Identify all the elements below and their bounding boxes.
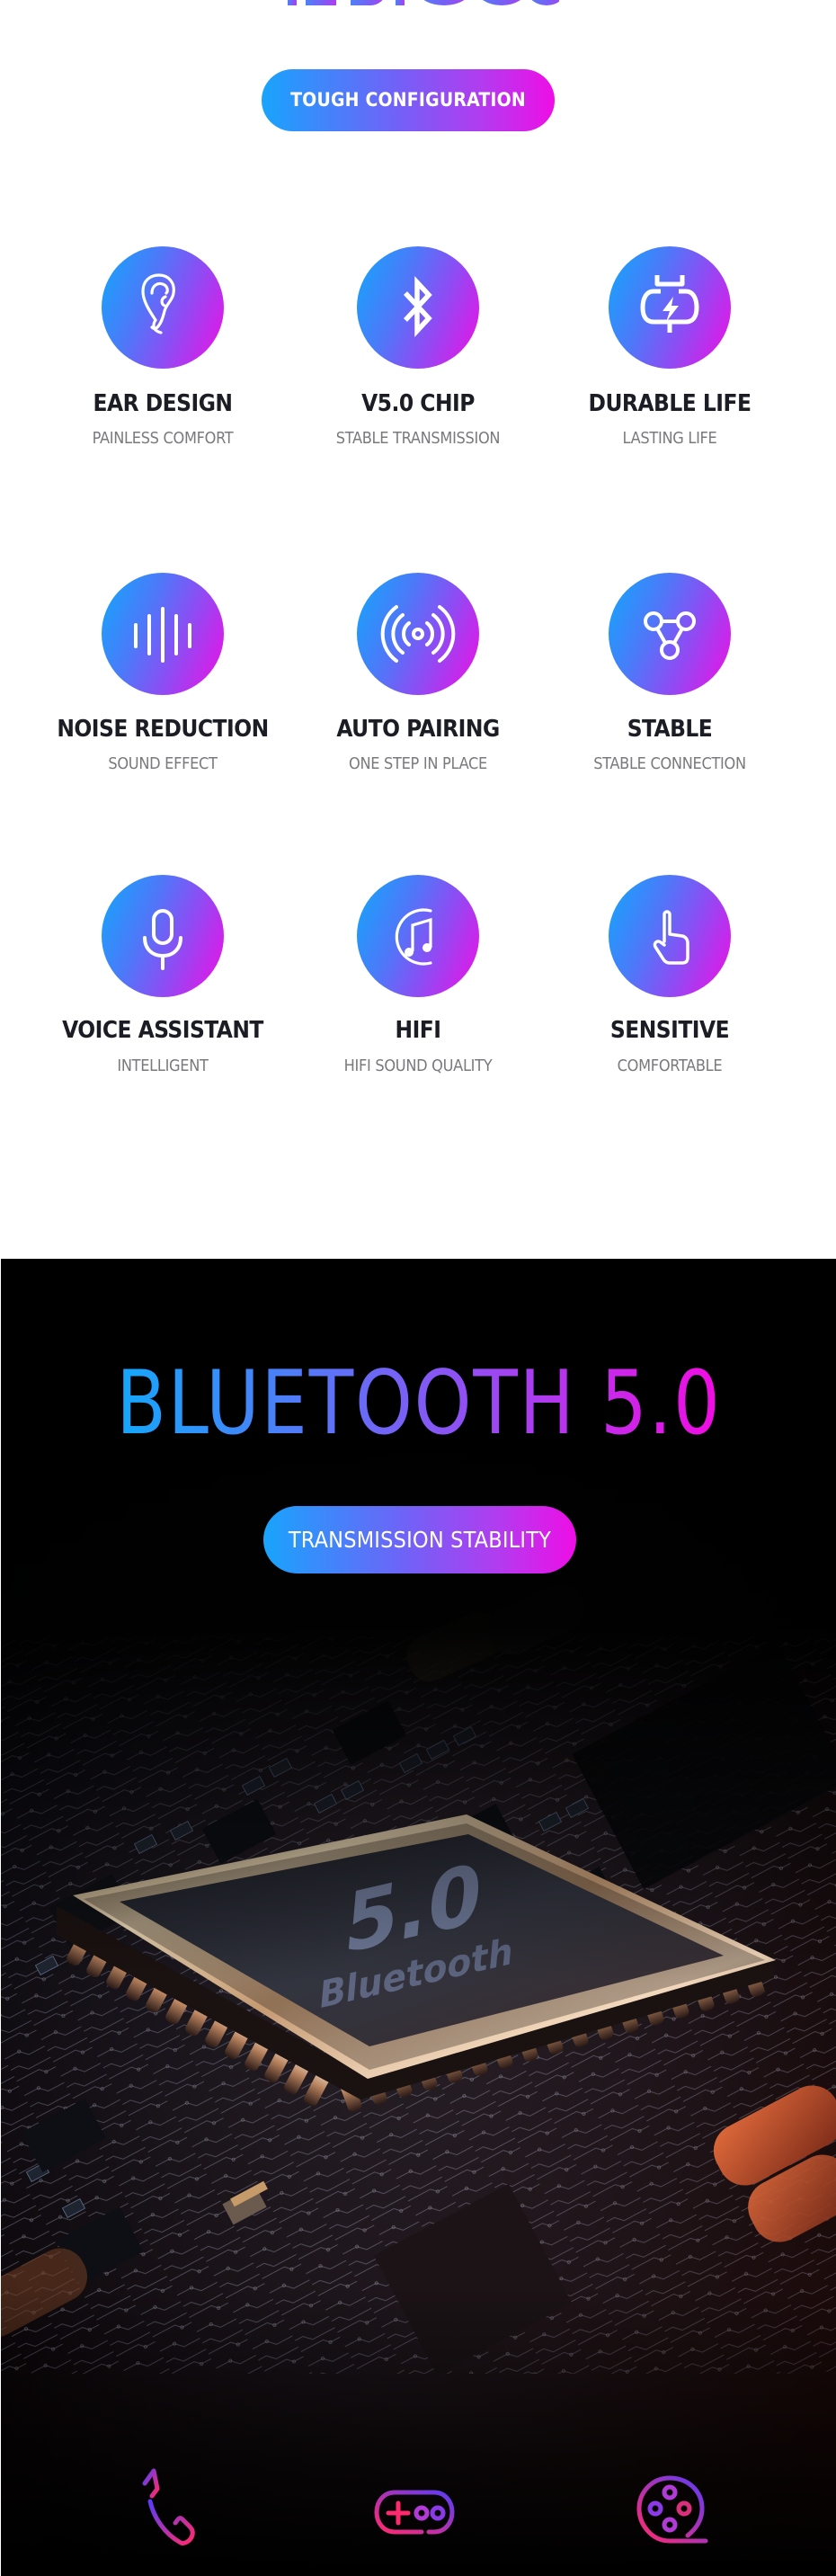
feature-title: STABLE bbox=[627, 716, 713, 743]
feature-title: AUTO PAIRING bbox=[336, 716, 500, 743]
feature-icon-circle bbox=[609, 573, 731, 695]
usage-video bbox=[621, 2462, 711, 2552]
bluetooth-heading-text: BLUETOOTH 5.0 bbox=[112, 1359, 725, 1448]
feature-icon-circle bbox=[102, 875, 224, 997]
feature-title: EAR DESIGN bbox=[93, 390, 233, 417]
music-note-icon bbox=[395, 908, 432, 966]
microphone-icon bbox=[143, 909, 182, 970]
film-reel-icon bbox=[636, 2475, 708, 2544]
charging-plug-icon bbox=[640, 275, 699, 333]
pcb-chip-illustration: 5.0 Bluetooth bbox=[1, 1259, 836, 2576]
feature-subtitle: HIFI SOUND QUALITY bbox=[343, 1056, 493, 1075]
bluetooth-section: 5.0 Bluetooth BLUETOOTH 5.0 TRANSMISSION… bbox=[1, 1259, 836, 2576]
feature-title: V5.0 CHIP bbox=[361, 390, 475, 417]
feature-subtitle: PAINLESS COMFORT bbox=[92, 429, 234, 448]
feature-subtitle: COMFORTABLE bbox=[617, 1056, 723, 1075]
clipped-heading-glyphs bbox=[288, 0, 559, 6]
feature-icon-circle bbox=[609, 875, 731, 997]
feature-icon-circle bbox=[357, 875, 479, 997]
feature-icon-circle bbox=[609, 246, 731, 369]
touch-finger-icon bbox=[653, 910, 689, 965]
transmission-stability-badge: TRANSMISSION STABILITY bbox=[263, 1506, 576, 1573]
feature-title: VOICE ASSISTANT bbox=[62, 1017, 263, 1044]
feature-icon-circle bbox=[357, 573, 479, 695]
phone-call-icon bbox=[142, 2468, 195, 2545]
ear-icon bbox=[141, 273, 175, 334]
broadcast-signal-icon bbox=[380, 605, 456, 663]
feature-subtitle: STABLE CONNECTION bbox=[593, 754, 746, 773]
feature-title: HIFI bbox=[395, 1017, 441, 1044]
feature-subtitle: SOUND EFFECT bbox=[108, 754, 218, 773]
usage-gaming bbox=[369, 2462, 459, 2552]
sound-wave-icon bbox=[134, 607, 191, 663]
tough-configuration-badge: TOUGH CONFIGURATION bbox=[262, 69, 555, 131]
feature-icon-circle bbox=[102, 246, 224, 369]
usage-call bbox=[127, 2462, 217, 2552]
gamepad-icon bbox=[374, 2490, 455, 2535]
feature-subtitle: LASTING LIFE bbox=[622, 429, 717, 448]
clipped-heading-fragment bbox=[0, 0, 836, 13]
feature-subtitle: INTELLIGENT bbox=[117, 1056, 209, 1075]
feature-subtitle: ONE STEP IN PLACE bbox=[349, 754, 487, 773]
feature-subtitle: STABLE TRANSMISSION bbox=[335, 429, 501, 448]
feature-title: DURABLE LIFE bbox=[588, 390, 752, 417]
bluetooth-heading: BLUETOOTH 5.0 bbox=[1, 1359, 836, 1448]
feature-icon-circle bbox=[102, 573, 224, 695]
bluetooth-icon bbox=[403, 275, 432, 338]
features-section: TOUGH CONFIGURATION EAR DESIGN PAINLESS … bbox=[0, 0, 836, 1259]
feature-title: SENSITIVE bbox=[609, 1017, 730, 1044]
feature-title: NOISE REDUCTION bbox=[57, 716, 269, 743]
feature-icon-circle bbox=[357, 246, 479, 369]
connection-nodes-icon bbox=[644, 611, 696, 660]
